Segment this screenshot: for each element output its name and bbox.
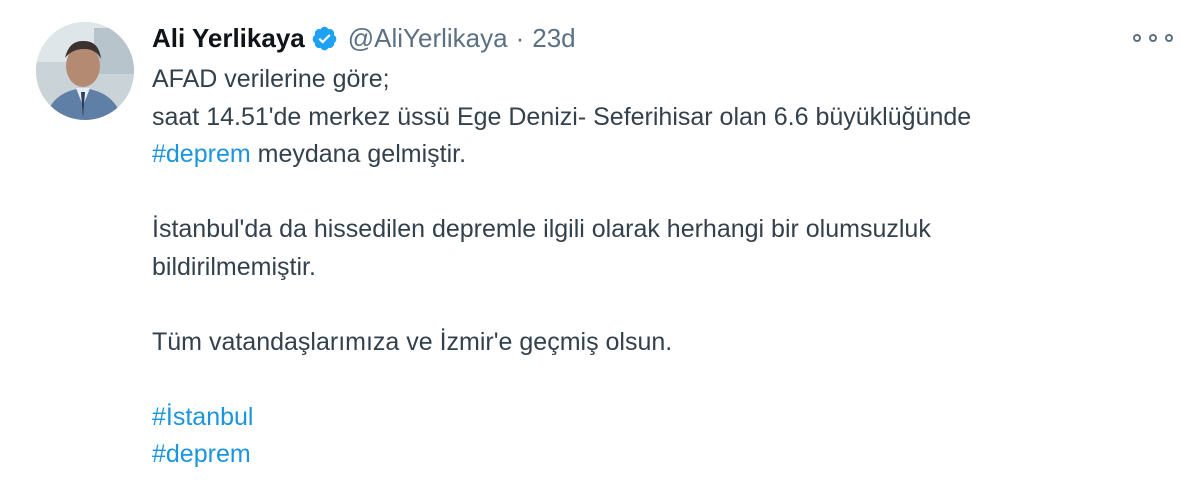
more-dot: [1165, 34, 1173, 42]
user-handle[interactable]: @AliYerlikaya: [348, 20, 508, 56]
tweet-line: saat 14.51'de merkez üssü Ege Denizi- Se…: [152, 102, 972, 131]
separator-dot: ·: [515, 23, 525, 53]
tweet-line: #deprem: [152, 436, 1162, 474]
tweet-header: Ali Yerlikaya @AliYerlikaya · 23d: [152, 20, 576, 56]
more-dot: [1133, 34, 1141, 42]
tweet[interactable]: Ali Yerlikaya @AliYerlikaya · 23d AFAD v…: [0, 0, 1200, 493]
tweet-line: İstanbul'da da hissedilen depremle ilgil…: [152, 215, 931, 243]
tweet-line: AFAD verilerine göre;: [152, 65, 390, 93]
more-dot: [1149, 34, 1157, 42]
display-name[interactable]: Ali Yerlikaya: [152, 20, 305, 56]
more-options-icon[interactable]: [1133, 26, 1173, 50]
tweet-text: AFAD verilerine göre; saat 14.51'de merk…: [152, 61, 1162, 474]
tweet-line: Tüm vatandaşlarımıza ve İzmir'e geçmiş o…: [152, 327, 673, 356]
tweet-line: #deprem meydana gelmiştir.: [152, 136, 1162, 174]
hashtag-link[interactable]: #deprem: [152, 440, 251, 468]
hashtag-link[interactable]: #İstanbul: [152, 403, 253, 431]
tweet-line: #İstanbul: [152, 399, 1162, 437]
verified-badge-icon: [311, 25, 338, 52]
tweet-timestamp[interactable]: 23d: [532, 20, 575, 56]
tweet-line-text: meydana gelmiştir.: [250, 140, 467, 168]
avatar[interactable]: [36, 22, 134, 120]
avatar-photo: [36, 22, 134, 120]
hashtag-link[interactable]: #deprem: [152, 140, 251, 168]
tweet-line: bildirilmemiştir.: [152, 252, 316, 281]
